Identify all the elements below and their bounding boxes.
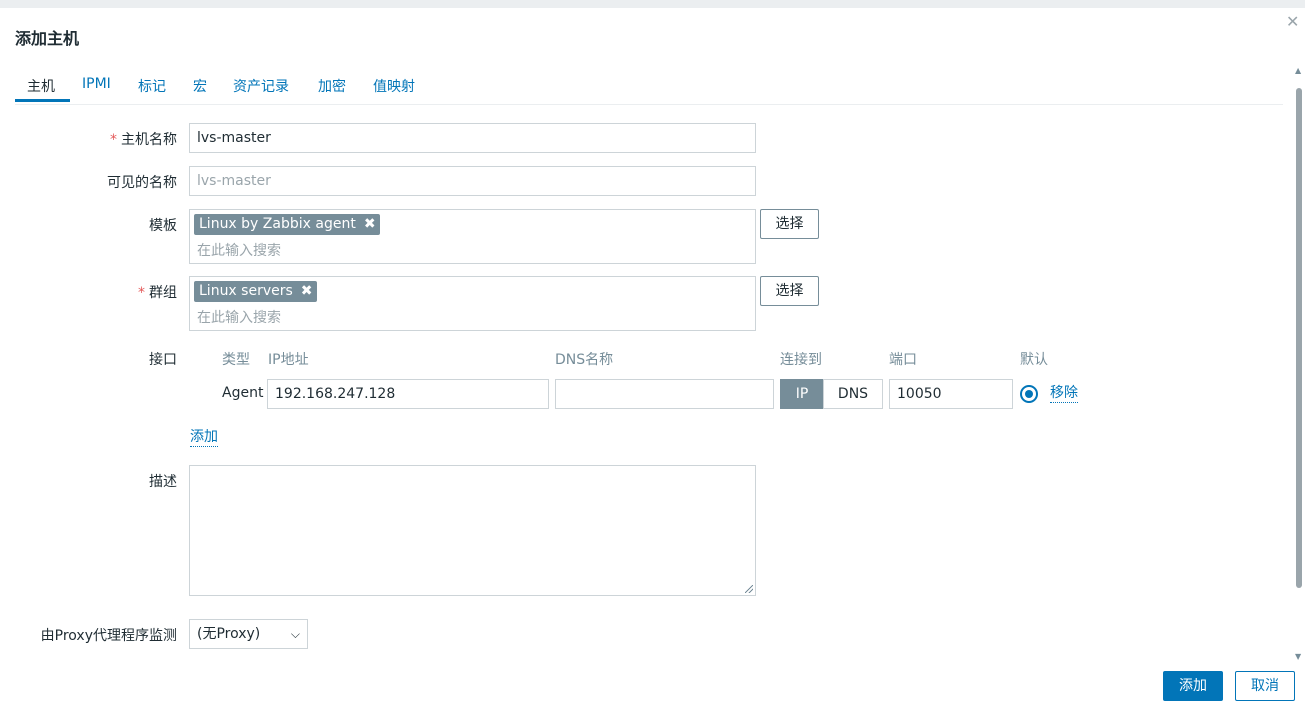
- add-button[interactable]: 添加: [1163, 671, 1223, 701]
- tab-encryption[interactable]: 加密: [318, 76, 346, 96]
- visible-name-label: 可见的名称: [107, 175, 177, 191]
- template-chip: Linux by Zabbix agent ✖: [194, 214, 380, 235]
- add-interface-link[interactable]: 添加: [190, 429, 218, 447]
- interface-dns-header: DNS名称: [555, 352, 614, 368]
- group-chip: Linux servers ✖: [194, 281, 317, 302]
- close-icon[interactable]: ✕: [1286, 12, 1299, 31]
- groups-search-input[interactable]: 在此输入搜索: [197, 307, 281, 327]
- description-textarea[interactable]: [189, 465, 756, 596]
- templates-multiselect[interactable]: Linux by Zabbix agent ✖ 在此输入搜索: [189, 209, 756, 264]
- chevron-down-icon: ⌵: [290, 627, 300, 641]
- templates-search-input[interactable]: 在此输入搜索: [197, 240, 281, 260]
- interface-dns-input[interactable]: [555, 379, 774, 409]
- connect-ip-toggle[interactable]: IP: [780, 379, 824, 409]
- interface-default-header: 默认: [1020, 352, 1048, 368]
- proxy-label: 由Proxy代理程序监测: [40, 628, 177, 644]
- required-mark: *: [110, 132, 117, 148]
- interface-type: Agent: [222, 385, 264, 401]
- templates-label: 模板: [149, 218, 177, 234]
- groups-label: * 群组: [138, 285, 177, 301]
- description-label: 描述: [149, 474, 177, 490]
- interface-port-header: 端口: [889, 352, 917, 368]
- remove-interface-link[interactable]: 移除: [1050, 385, 1078, 403]
- host-name-label: * 主机名称: [110, 132, 177, 148]
- default-interface-radio[interactable]: [1020, 385, 1038, 403]
- visible-name-input[interactable]: lvs-master: [189, 166, 756, 196]
- tab-macros[interactable]: 宏: [193, 76, 207, 96]
- active-tab-indicator: [15, 99, 70, 102]
- required-mark: *: [138, 285, 145, 301]
- tab-value-mapping[interactable]: 值映射: [373, 76, 415, 96]
- tab-ipmi[interactable]: IPMI: [82, 76, 111, 92]
- background-strip: [0, 0, 1305, 8]
- remove-chip-icon[interactable]: ✖: [364, 216, 376, 232]
- tab-bar: 主机 IPMI 标记 宏 资产记录 加密 值映射: [15, 70, 1283, 105]
- connect-dns-toggle[interactable]: DNS: [823, 379, 883, 409]
- interfaces-label: 接口: [149, 352, 177, 368]
- add-host-dialog: 添加主机 ✕ 主机 IPMI 标记 宏 资产记录 加密 值映射 * 主机名称 lv…: [0, 8, 1305, 710]
- interface-connect-header: 连接到: [780, 352, 822, 368]
- proxy-select[interactable]: (无Proxy) ⌵: [189, 619, 308, 649]
- groups-multiselect[interactable]: Linux servers ✖ 在此输入搜索: [189, 276, 756, 331]
- resize-grip-icon[interactable]: [745, 585, 753, 593]
- interface-ip-header: IP地址: [268, 352, 309, 368]
- scrollbar[interactable]: ▲ ▼: [1294, 66, 1304, 666]
- dialog-title: 添加主机: [15, 29, 80, 48]
- interface-port-input[interactable]: 10050: [889, 379, 1013, 409]
- scroll-down-icon[interactable]: ▼: [1295, 652, 1301, 661]
- interface-ip-input[interactable]: 192.168.247.128: [267, 379, 549, 409]
- tab-tags[interactable]: 标记: [138, 76, 166, 96]
- remove-chip-icon[interactable]: ✖: [301, 283, 313, 299]
- host-name-input[interactable]: lvs-master: [189, 123, 756, 153]
- cancel-button[interactable]: 取消: [1235, 671, 1295, 701]
- tab-inventory[interactable]: 资产记录: [233, 76, 289, 96]
- templates-select-button[interactable]: 选择: [760, 209, 819, 239]
- scrollbar-thumb[interactable]: [1296, 88, 1302, 588]
- groups-select-button[interactable]: 选择: [760, 276, 819, 306]
- scroll-up-icon[interactable]: ▲: [1295, 66, 1301, 75]
- interface-type-header: 类型: [222, 352, 250, 368]
- tab-host[interactable]: 主机: [27, 76, 55, 96]
